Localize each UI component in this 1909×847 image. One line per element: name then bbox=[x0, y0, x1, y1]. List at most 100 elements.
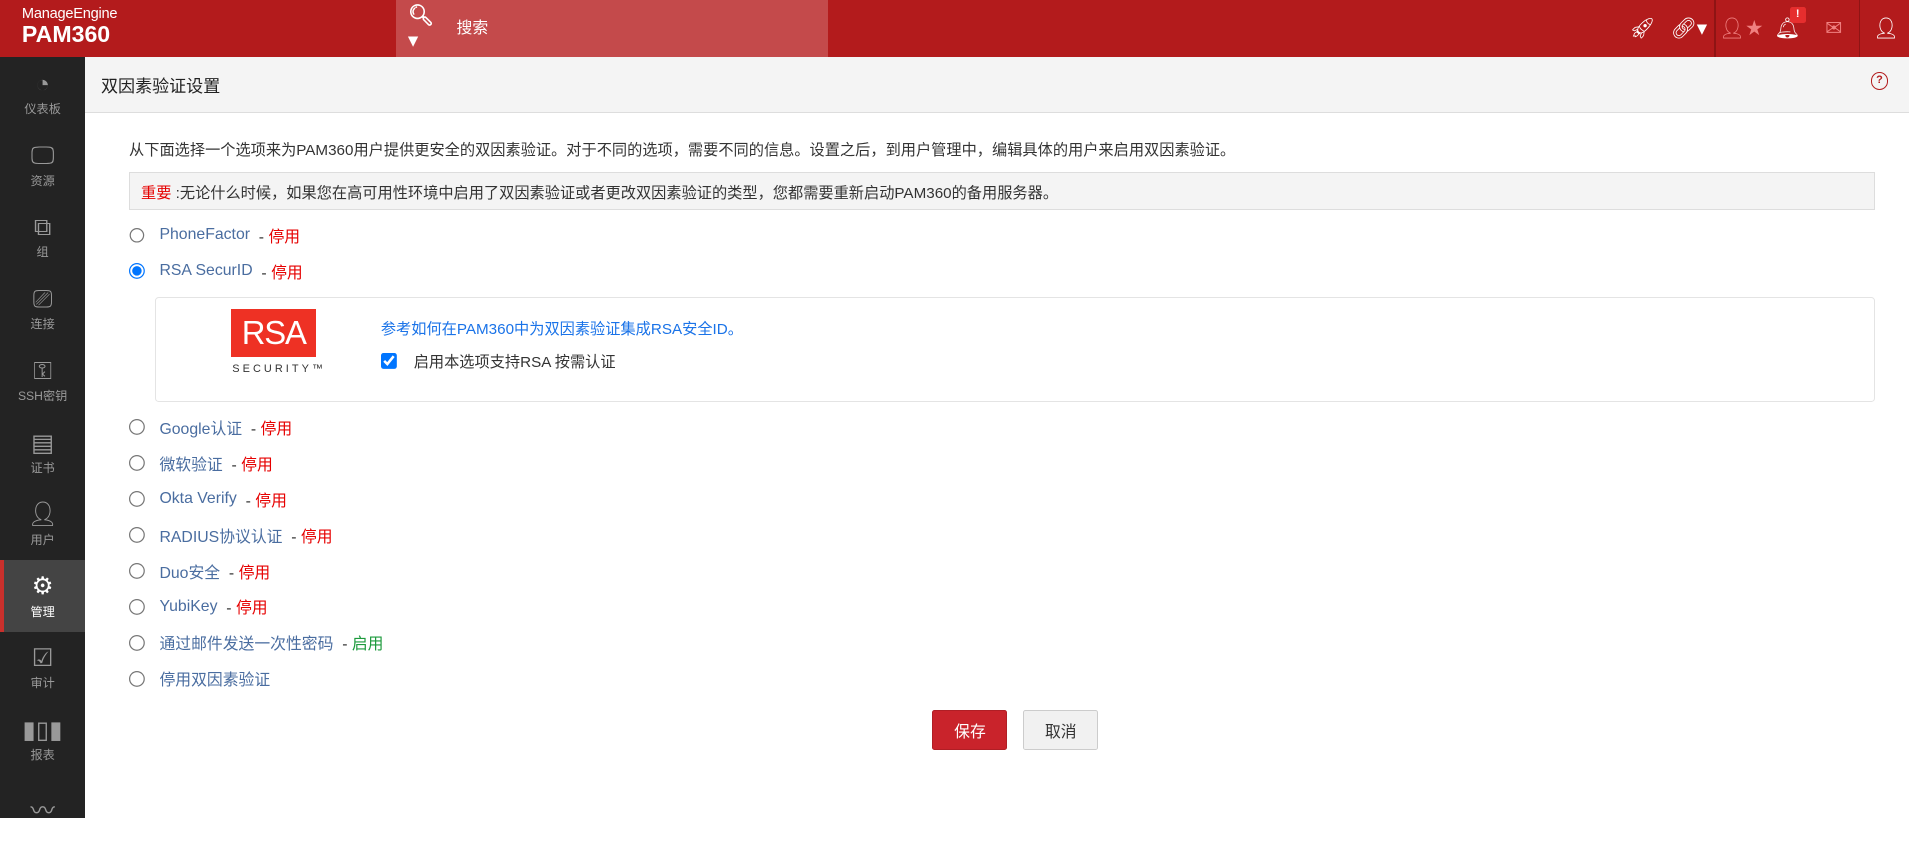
status-badge: 停用 bbox=[255, 493, 287, 510]
status-badge: 停用 bbox=[268, 229, 300, 246]
save-button[interactable]: 保存 bbox=[932, 710, 1007, 750]
sidebar-item[interactable]: ⚿SSH密钥 bbox=[0, 345, 85, 417]
status-badge: 停用 bbox=[261, 421, 293, 438]
rsa-checkbox-label: 启用本选项支持RSA 按需认证 bbox=[414, 350, 616, 372]
main-content: 从下面选择一个选项来为PAM360用户提供更安全的双因素验证。对于不同的选项，需… bbox=[129, 113, 1875, 750]
sidebar-item-label: 证书 bbox=[30, 458, 54, 476]
auth-option: Duo安全 - 停用 bbox=[129, 553, 1875, 589]
search-bar: 🔍︎▾ bbox=[396, 0, 828, 57]
sidebar-item-label: 管理 bbox=[30, 602, 54, 620]
status-badge: 停用 bbox=[241, 457, 273, 474]
connections-icon: ⎚ bbox=[33, 285, 52, 314]
trend-icon: 〰 bbox=[30, 797, 54, 826]
bell-icon[interactable]: 🔔︎! bbox=[1764, 17, 1810, 41]
option-radio[interactable] bbox=[129, 671, 145, 687]
rsa-logo: RSA SECURITY™ bbox=[231, 309, 328, 376]
brand-name: ManageEngine bbox=[22, 6, 117, 22]
sidebar-item-label: 报表 bbox=[30, 745, 54, 763]
option-radio[interactable] bbox=[129, 635, 145, 651]
important-notice: 重要 :无论什么时候，如果您在高可用性环境中启用了双因素验证或者更改双因素验证的… bbox=[129, 172, 1875, 211]
rsa-logo-text: RSA bbox=[231, 309, 316, 358]
option-label[interactable]: PhoneFactor bbox=[159, 226, 250, 244]
option-radio[interactable] bbox=[129, 455, 145, 471]
page-title: 双因素验证设置 bbox=[101, 72, 220, 97]
sidebar-item[interactable]: ◔仪表板 bbox=[0, 57, 85, 129]
option-radio[interactable] bbox=[129, 599, 145, 615]
auth-option: 微软验证 - 停用 bbox=[129, 445, 1875, 481]
sidebar-item[interactable]: 🖵资源 bbox=[0, 129, 85, 201]
sidebar-item[interactable]: ⧉组 bbox=[0, 201, 85, 273]
dashboard-icon: ◔ bbox=[35, 70, 50, 99]
logo[interactable]: ManageEngine PAM360 bbox=[22, 6, 117, 46]
option-label[interactable]: 停用双因素验证 bbox=[159, 667, 270, 690]
sidebar-item[interactable]: ▤证书 bbox=[0, 416, 85, 488]
search-icon[interactable]: 🔍︎▾ bbox=[408, 4, 440, 53]
sidebar-item[interactable]: ⚙管理 bbox=[0, 560, 85, 632]
gear-icon: ⚙ bbox=[32, 572, 54, 601]
option-label[interactable]: RADIUS协议认证 bbox=[159, 524, 282, 547]
notification-badge: ! bbox=[1790, 7, 1806, 23]
auth-option: 通过邮件发送一次性密码 - 启用 bbox=[129, 625, 1875, 661]
option-label[interactable]: RSA SecurID bbox=[159, 262, 252, 280]
rocket-icon[interactable]: 🚀︎ bbox=[1619, 17, 1665, 41]
option-label[interactable]: YubiKey bbox=[159, 598, 217, 616]
monitor-icon: 🖵 bbox=[31, 141, 54, 170]
rsa-help-link[interactable]: 参考如何在PAM360中为双因素验证集成RSA安全ID。 bbox=[381, 317, 743, 339]
options-list: PhoneFactor - 停用RSA SecurID - 停用RSASECUR… bbox=[129, 218, 1875, 697]
bar-chart-icon: ▮▯▮ bbox=[23, 716, 63, 745]
link-icon[interactable]: 🔗︎▾ bbox=[1666, 16, 1712, 41]
groups-icon: ⧉ bbox=[34, 213, 51, 242]
status-badge: 启用 bbox=[352, 636, 384, 653]
status-badge: 停用 bbox=[271, 265, 303, 282]
status-badge: 停用 bbox=[236, 600, 268, 617]
sidebar-item[interactable]: ☑审计 bbox=[0, 632, 85, 704]
rsa-logo-sub: SECURITY™ bbox=[232, 363, 328, 375]
mail-icon[interactable]: ✉ bbox=[1810, 16, 1856, 41]
help-icon[interactable]: ? bbox=[1871, 72, 1889, 90]
status-badge: 停用 bbox=[301, 529, 333, 546]
auth-option: Okta Verify - 停用 bbox=[129, 481, 1875, 517]
option-label[interactable]: 通过邮件发送一次性密码 bbox=[159, 631, 333, 654]
option-label[interactable]: Google认证 bbox=[159, 416, 242, 439]
auth-option: PhoneFactor - 停用 bbox=[129, 218, 1875, 254]
sidebar-item-label: 审计 bbox=[30, 673, 54, 691]
product-name: PAM360 bbox=[22, 22, 117, 46]
sidebar-item[interactable]: 👤︎用户 bbox=[0, 488, 85, 560]
search-input[interactable] bbox=[454, 18, 800, 38]
rsa-settings-panel: RSA SECURITY™ 参考如何在PAM360中为双因素验证集成RSA安全ID… bbox=[155, 297, 1875, 402]
status-badge: 停用 bbox=[239, 565, 271, 582]
option-radio[interactable] bbox=[129, 563, 145, 579]
option-radio[interactable] bbox=[129, 228, 145, 244]
sidebar-item[interactable]: 〰 bbox=[0, 776, 85, 847]
sidebar-item-label: SSH密钥 bbox=[18, 386, 67, 404]
user-menu-icon[interactable]: 👤︎ bbox=[1863, 17, 1909, 41]
option-radio[interactable] bbox=[129, 419, 145, 435]
sidebar: ◔仪表板🖵资源⧉组⎚连接⚿SSH密钥▤证书👤︎用户⚙管理☑审计▮▯▮报表〰 bbox=[0, 57, 85, 818]
cancel-button[interactable]: 取消 bbox=[1023, 710, 1098, 750]
auth-option: 停用双因素验证 bbox=[129, 661, 1875, 697]
user-star-icon[interactable]: 👤︎★ bbox=[1718, 16, 1764, 41]
sidebar-item-label: 组 bbox=[37, 242, 49, 260]
sidebar-item[interactable]: ▮▯▮报表 bbox=[0, 704, 85, 776]
rsa-on-demand-checkbox[interactable] bbox=[381, 353, 397, 369]
auth-option: YubiKey - 停用 bbox=[129, 589, 1875, 625]
sidebar-item-label: 仪表板 bbox=[24, 99, 60, 117]
option-label[interactable]: 微软验证 bbox=[159, 452, 222, 475]
user-icon: 👤︎ bbox=[27, 500, 58, 529]
sidebar-item[interactable]: ⎚连接 bbox=[0, 273, 85, 345]
sidebar-item-label: 用户 bbox=[30, 530, 54, 548]
top-header: ManageEngine PAM360 🔍︎▾ 🚀︎ 🔗︎▾ 👤︎★ 🔔︎! ✉… bbox=[0, 0, 1909, 57]
auth-option: Google认证 - 停用 bbox=[129, 409, 1875, 445]
option-label[interactable]: Okta Verify bbox=[159, 490, 236, 508]
sidebar-item-label: 资源 bbox=[30, 171, 54, 189]
page-title-bar: 双因素验证设置 ? bbox=[85, 57, 1909, 113]
option-radio[interactable] bbox=[129, 491, 145, 507]
auth-option: RADIUS协议认证 - 停用 bbox=[129, 517, 1875, 553]
option-label[interactable]: Duo安全 bbox=[159, 560, 220, 583]
option-radio[interactable] bbox=[129, 527, 145, 543]
notice-text: :无论什么时候，如果您在高可用性环境中启用了双因素验证或者更改双因素验证的类型，… bbox=[171, 185, 1058, 202]
ssh-key-icon: ⚿ bbox=[33, 357, 52, 386]
option-radio[interactable] bbox=[129, 263, 145, 279]
certificate-icon: ▤ bbox=[31, 429, 54, 458]
sidebar-item-label: 连接 bbox=[30, 314, 54, 332]
